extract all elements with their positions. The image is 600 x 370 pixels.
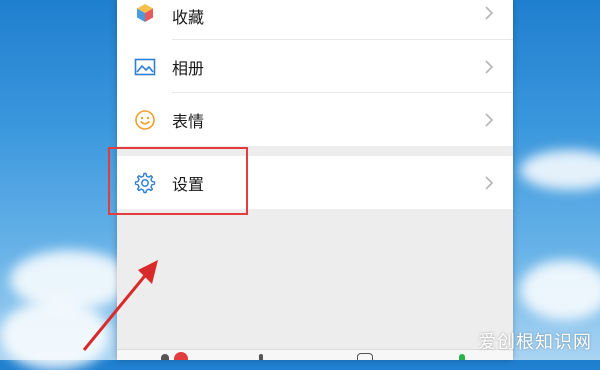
cloud [520,150,600,190]
highlight-box [108,147,248,215]
menu-item-label: 收藏 [172,8,205,27]
menu-item-label: 相册 [172,58,205,78]
tab-badge-icon [174,352,188,360]
chevron-right-icon [485,59,494,74]
cloud [520,260,600,320]
bottom-tab-bar [117,349,513,360]
cube-icon [134,2,156,24]
image-icon [134,56,156,78]
tab-icon[interactable] [459,354,465,360]
menu-item-favorites[interactable]: 收藏 [117,0,513,40]
menu-group-main: 收藏 相册 表情 [117,0,513,146]
watermark: 爱创根知识网 [478,332,592,353]
tab-icon[interactable] [357,353,373,360]
tab-icon[interactable] [161,354,169,360]
chevron-right-icon [485,6,494,20]
menu-item-stickers[interactable]: 表情 [117,93,513,146]
tab-icon[interactable] [259,354,263,360]
chevron-right-icon [485,112,494,127]
menu-item-album[interactable]: 相册 [117,40,513,93]
smiley-icon [134,109,156,131]
menu-item-label: 表情 [172,111,205,131]
chevron-right-icon [485,175,494,190]
